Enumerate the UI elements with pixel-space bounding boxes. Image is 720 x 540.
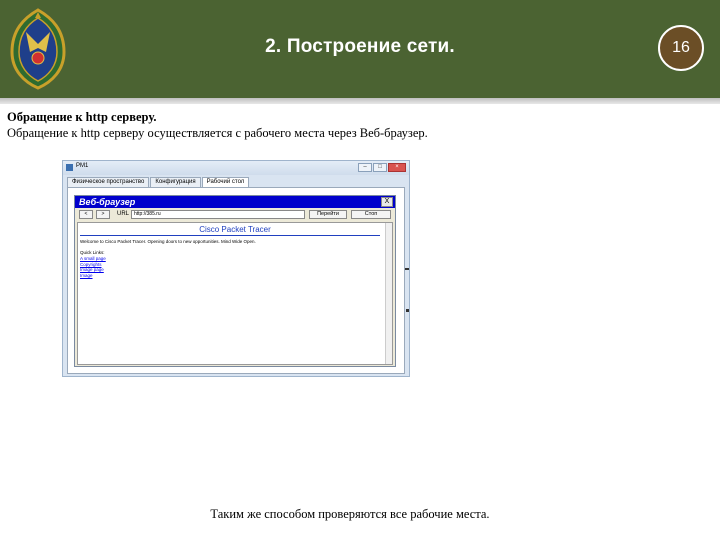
page-welcome-text: Welcome to Cisco Packet Tracer. Opening … [80,239,256,244]
quick-links-list: A small page Copyrights Image page Image [80,256,106,278]
footer-note: Таким же способом проверяются все рабочи… [210,507,490,521]
pm1-title: PM1 [76,163,89,169]
link-image[interactable]: Image [80,273,106,279]
app-icon [66,164,73,171]
page-number-badge: 16 [658,25,704,71]
section-description: Обращение к http серверу осуществляется … [7,126,428,140]
link-image-page[interactable]: Image page [80,267,106,273]
browser-close-button[interactable]: X [381,197,393,207]
browser-page-view: Cisco Packet Tracer Welcome to Cisco Pac… [77,222,393,365]
screenshot-artifact [405,268,409,270]
url-input[interactable]: http://385.ru [131,210,305,219]
page-scrollbar[interactable] [385,223,392,364]
browser-nav-bar: < > URL http://385.ru Перейти Стоп [75,208,395,221]
pm1-titlebar[interactable]: PM1 – □ × [63,161,409,175]
header-band: 2. Построение сети. 16 [0,0,720,98]
link-small-page[interactable]: A small page [80,256,106,262]
page-heading: Cisco Packet Tracer [199,225,271,234]
browser-titlebar: Веб-браузер X [75,196,395,208]
url-label: URL [117,211,130,217]
tab-physical[interactable]: Физическое пространство [67,177,150,187]
quick-links-title: Quick Links: [80,250,105,255]
forward-button[interactable]: > [96,210,110,219]
window-controls: – □ × [358,163,406,172]
back-button[interactable]: < [79,210,93,219]
desktop-panel: Веб-браузер X < > URL http://385.ru Пере… [67,187,405,374]
header-divider [0,98,720,104]
maximize-icon[interactable]: □ [373,163,387,172]
close-icon[interactable]: × [388,163,406,172]
go-button[interactable]: Перейти [309,210,347,219]
stop-button[interactable]: Стоп [351,210,391,219]
section-heading: Обращение к http серверу. [7,110,157,124]
web-browser-window: Веб-браузер X < > URL http://385.ru Пере… [74,195,396,367]
page-divider [80,235,380,236]
screenshot-artifact [406,309,409,312]
minimize-icon[interactable]: – [358,163,372,172]
slide-title: 2. Построение сети. [265,36,455,57]
tab-config[interactable]: Конфигурация [150,177,201,187]
pm1-window: PM1 – □ × Физическое пространство Конфиг… [62,160,410,377]
browser-title: Веб-браузер [79,197,136,207]
